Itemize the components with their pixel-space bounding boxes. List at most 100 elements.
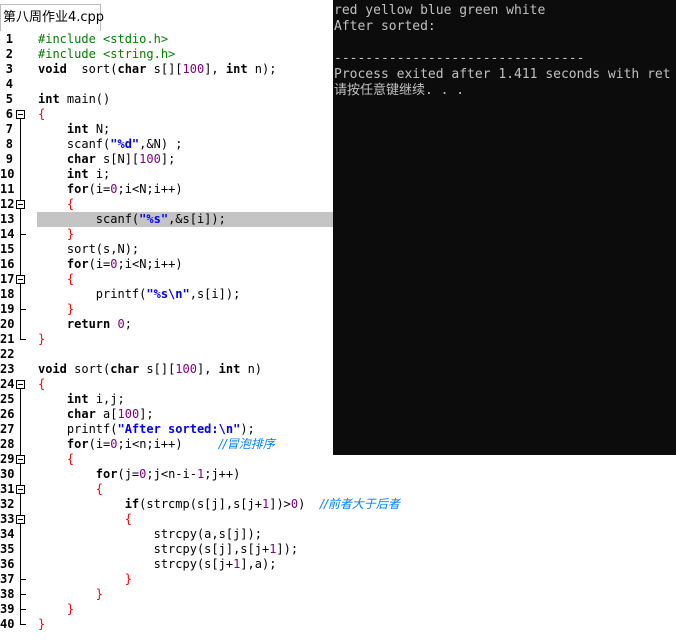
code-line[interactable]: } <box>38 617 45 632</box>
code-token: 100 <box>139 152 161 166</box>
fold-end-marker <box>20 579 26 580</box>
fold-toggle-icon[interactable] <box>16 110 25 119</box>
code-line[interactable]: sort(s,N); <box>38 242 139 257</box>
line-number: 25 <box>0 392 15 406</box>
code-line[interactable]: scanf("%s",&s[i]); <box>38 212 226 227</box>
code-line[interactable]: for(i=0;i<N;i++) <box>38 182 183 197</box>
line-number: 30 <box>0 467 15 481</box>
code-line[interactable]: int i,j; <box>38 392 125 407</box>
fold-toggle-icon[interactable] <box>16 380 25 389</box>
code-token: int <box>218 362 241 376</box>
code-token: 100 <box>117 407 140 421</box>
code-line[interactable]: { <box>38 482 103 497</box>
code-token: strcpy(s[j+ <box>38 557 234 571</box>
code-line[interactable]: for(j=0;j<n-i-1;j++) <box>38 467 241 482</box>
code-line[interactable]: } <box>38 602 74 617</box>
fold-end-marker <box>20 339 26 340</box>
code-line[interactable]: } <box>38 302 74 317</box>
code-line[interactable]: strcpy(s[j],s[j+1]); <box>38 542 299 557</box>
fold-end-marker <box>20 594 26 595</box>
code-line[interactable]: char a[100]; <box>38 407 154 422</box>
console-window[interactable]: red yellow blue green white After sorted:… <box>333 0 676 455</box>
line-number-gutter: 1 2 3 4 5 6 7 8 9 10 11 12 13 14 15 16 17 18 19 20 21 22 23 24 2… <box>0 31 33 641</box>
line-number: 20 <box>0 317 15 331</box>
code-line[interactable]: printf("%s\n",s[i]); <box>38 287 241 302</box>
code-token: "%d" <box>110 137 140 151</box>
code-line[interactable]: int main() <box>38 92 110 107</box>
code-line[interactable]: } <box>38 572 132 587</box>
code-line[interactable]: { <box>38 377 45 392</box>
code-token: ])> <box>269 497 291 511</box>
code-line[interactable]: if(strcmp(s[j],s[j+1])>0) //前者大于后者 <box>38 497 400 512</box>
line-number: 18 <box>0 287 15 301</box>
code-line[interactable]: { <box>38 197 74 212</box>
code-line[interactable]: void sort(char s[][100], int n); <box>38 62 276 77</box>
code-token: strcpy(a,s[j]); <box>38 527 262 541</box>
code-line[interactable]: for(i=0;i<n;i++) //冒泡排序 <box>38 437 275 452</box>
code-line[interactable]: for(i=0;i<N;i++) <box>38 257 183 272</box>
line-number: 7 <box>5 122 13 136</box>
code-token: scanf( <box>38 212 140 226</box>
fold-end-marker <box>20 234 26 235</box>
code-token: } <box>124 572 132 586</box>
code-token: (j= <box>117 467 140 481</box>
code-token: char <box>66 407 96 421</box>
code-line[interactable]: } <box>38 227 74 242</box>
code-line[interactable]: } <box>38 587 103 602</box>
code-token: ]); <box>276 542 299 556</box>
code-token: ,&s[i]); <box>168 212 226 226</box>
code-token: s[N][ <box>95 152 140 166</box>
code-token: 100 <box>182 62 205 76</box>
code-line[interactable]: { <box>38 452 74 467</box>
code-line[interactable]: #include <stdio.h> <box>38 32 168 47</box>
fold-toggle-icon[interactable] <box>16 200 25 209</box>
code-token: ]; <box>139 407 154 421</box>
fold-toggle-icon[interactable] <box>16 275 25 284</box>
code-line[interactable]: strcpy(a,s[j]); <box>38 527 262 542</box>
fold-toggle-icon[interactable] <box>16 485 25 494</box>
code-token: n); <box>247 62 277 76</box>
file-tab[interactable]: 第八周作业4.cpp <box>0 4 104 31</box>
code-token: if <box>124 497 140 511</box>
code-token: { <box>124 512 132 526</box>
code-token: } <box>95 587 104 601</box>
code-line[interactable]: char s[N][100]; <box>38 152 175 167</box>
code-line[interactable]: return 0; <box>38 317 132 332</box>
code-line[interactable]: printf("After sorted:\n"); <box>38 422 255 437</box>
code-line[interactable]: int N; <box>38 122 110 137</box>
code-line[interactable]: { <box>38 272 74 287</box>
console-output-line: -------------------------------- <box>334 51 585 66</box>
code-line[interactable]: { <box>38 107 45 122</box>
line-number: 1 <box>5 32 13 46</box>
code-token: printf( <box>38 287 147 301</box>
code-line[interactable]: int i; <box>38 167 110 182</box>
code-line[interactable]: #include <string.h> <box>38 47 175 62</box>
console-output-line: Process exited after 1.411 seconds with … <box>334 67 671 82</box>
code-line[interactable]: strcpy(s[j+1],a); <box>38 557 277 572</box>
code-token: int <box>66 167 89 181</box>
code-line[interactable]: { <box>38 512 132 527</box>
code-line[interactable]: } <box>38 332 45 347</box>
code-token: { <box>95 482 104 496</box>
code-token: for <box>66 257 89 271</box>
code-line[interactable]: scanf("%d",&N) ; <box>38 137 183 152</box>
code-token: void <box>38 62 67 76</box>
code-token: ,&N) ; <box>139 137 183 151</box>
code-token: ;i<N;i++) <box>117 257 183 271</box>
code-line[interactable]: void sort(char s[][100], int n) <box>38 362 262 377</box>
fold-toggle-icon[interactable] <box>16 515 25 524</box>
fold-toggle-icon[interactable] <box>16 455 25 464</box>
code-token: { <box>66 272 75 286</box>
code-token: ) <box>298 497 320 511</box>
